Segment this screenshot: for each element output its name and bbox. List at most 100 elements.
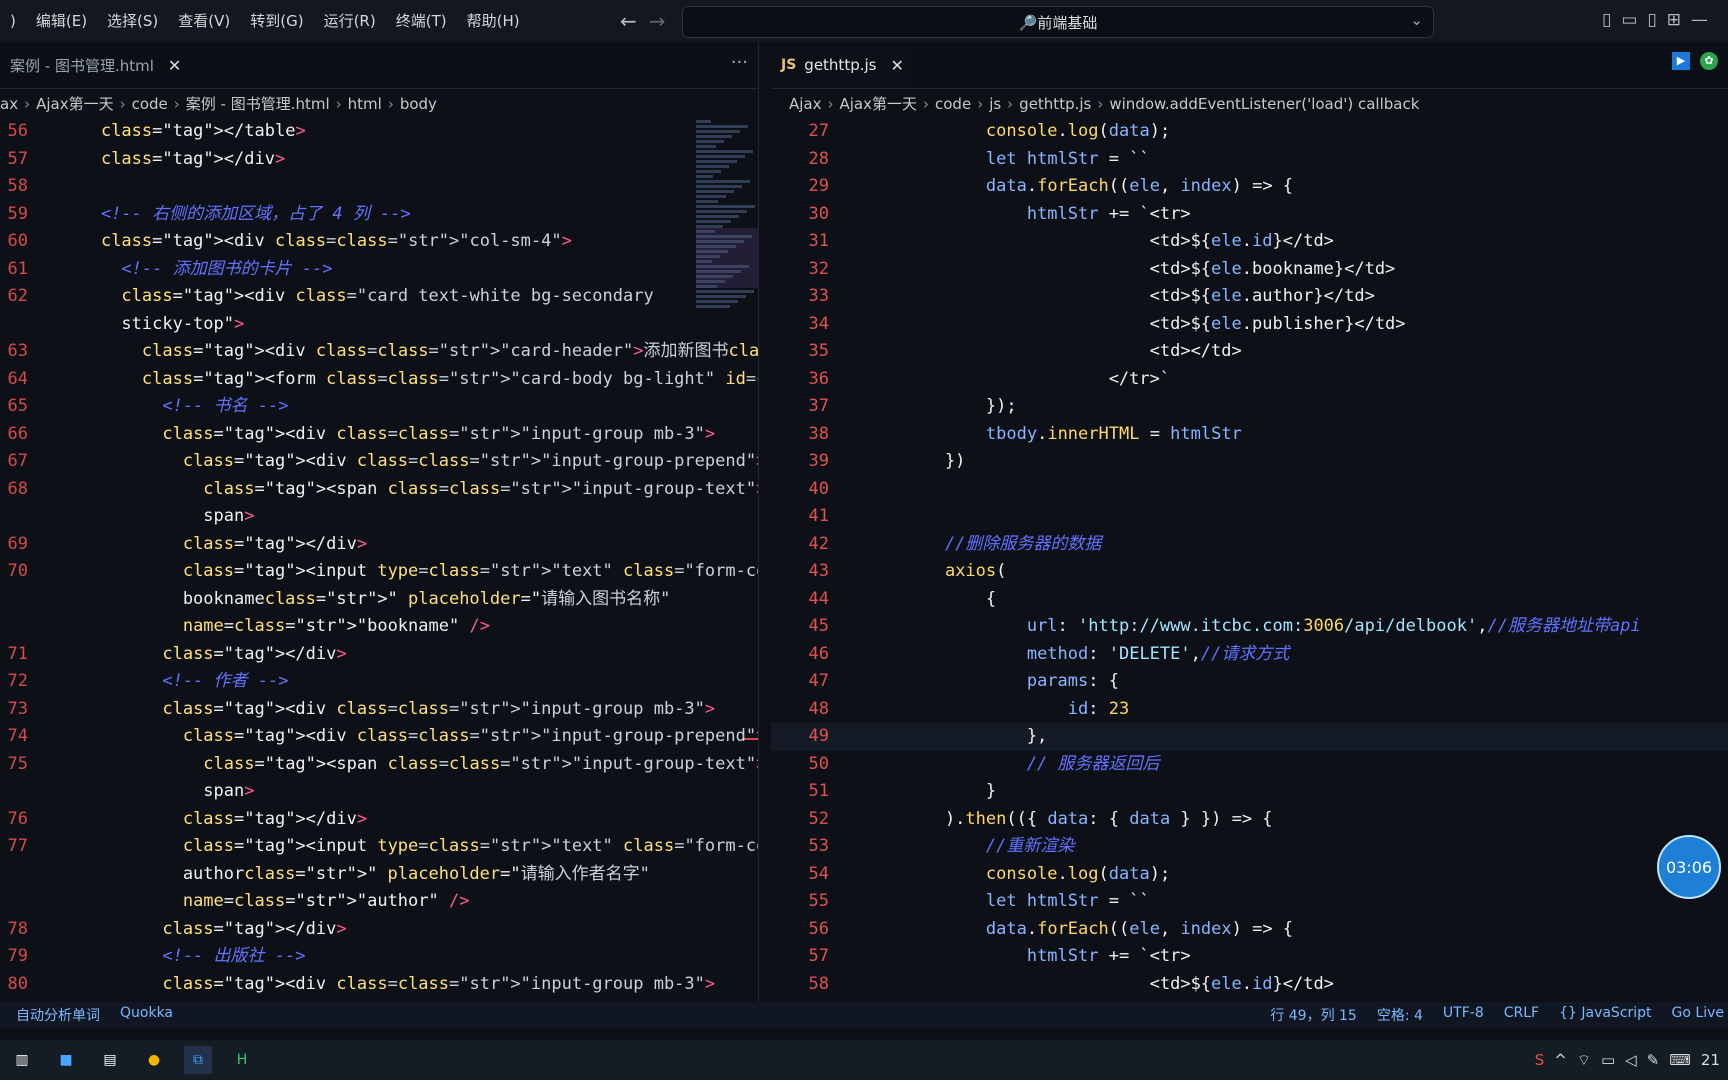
code-line[interactable]: 41 [771,503,1728,531]
status-item[interactable]: 行 49，列 15 [1270,1005,1357,1025]
code-line[interactable]: 37 }); [771,393,1728,421]
code-line[interactable]: 55 let htmlStr = `` [771,888,1728,916]
code-line[interactable]: 53 //重新渲染 [771,833,1728,861]
code-line[interactable]: 59 <!-- 右侧的添加区域，占了 4 列 --> [0,201,758,229]
code-line[interactable]: 73 class="tag"><div class=class="str">"i… [0,696,758,724]
code-line[interactable]: 70 class="tag"><input type=class="str">"… [0,558,758,586]
code-line[interactable]: 47 params: { [771,668,1728,696]
pen-icon[interactable]: ✎ [1647,1051,1660,1069]
code-line[interactable]: 44 { [771,586,1728,614]
status-item[interactable]: Quokka [120,1005,173,1025]
code-line[interactable]: 51 } [771,778,1728,806]
chevron-down-icon[interactable]: ⌄ [1410,11,1423,29]
code-line[interactable]: 56 class="tag"></table> [0,118,758,146]
breadcrumb-item[interactable]: 案例 - 图书管理.html [186,95,330,113]
hbuilder-icon[interactable]: H [228,1046,256,1074]
minimize-icon[interactable]: — [1691,10,1708,30]
code-line[interactable]: booknameclass="str">" placeholder="请输入图书… [0,586,758,614]
code-line[interactable]: 78 class="tag"></div> [0,916,758,944]
breadcrumb-item[interactable]: window.addEventListener('load') callback [1109,95,1419,113]
tray-chevron-icon[interactable]: ^ [1554,1051,1567,1069]
toggle-secondary-sidebar-icon[interactable]: ▯ [1647,10,1656,30]
code-line[interactable]: 80 class="tag"><div class=class="str">"i… [0,971,758,999]
code-line[interactable]: 35 <td></td> [771,338,1728,366]
status-item[interactable]: {} JavaScript [1559,1005,1651,1025]
more-actions-icon[interactable]: ··· [731,52,748,73]
code-line[interactable]: 76 class="tag"></div> [0,806,758,834]
volume-icon[interactable]: ◁ [1625,1051,1637,1069]
code-line[interactable]: sticky-top"> [0,311,758,339]
code-line[interactable]: 27 console.log(data); [771,118,1728,146]
code-line[interactable]: 61 <!-- 添加图书的卡片 --> [0,256,758,284]
breadcrumb-item[interactable]: html [348,95,382,113]
chrome-icon[interactable]: ● [140,1046,168,1074]
code-line[interactable]: 52 ).then(({ data: { data } }) => { [771,806,1728,834]
code-line[interactable]: 49 }, [771,723,1728,751]
code-line[interactable]: 54 console.log(data); [771,861,1728,889]
clock[interactable]: 21 [1701,1051,1720,1069]
status-item[interactable]: 空格: 4 [1377,1005,1423,1025]
code-line[interactable]: 30 htmlStr += `<tr> [771,201,1728,229]
notepad-icon[interactable]: ▤ [96,1046,124,1074]
menu-item[interactable]: ) [0,0,26,42]
breadcrumb-item[interactable]: gethttp.js [1019,95,1091,113]
code-line[interactable]: 45 url: 'http://www.itcbc.com:3006/api/d… [771,613,1728,641]
keyboard-icon[interactable]: ⌨ [1669,1051,1691,1069]
code-line[interactable]: 60 class="tag"><div class=class="str">"c… [0,228,758,256]
code-line[interactable]: 39 }) [771,448,1728,476]
windows-start-icon[interactable]: ■ [52,1046,80,1074]
code-line[interactable]: 63 class="tag"><div class=class="str">"c… [0,338,758,366]
status-item[interactable]: Go Live [1672,1005,1724,1025]
tab-gethttp[interactable]: JS gethttp.js ✕ [771,42,914,88]
code-line[interactable]: name=class="str">"author" /> [0,888,758,916]
code-line[interactable]: 74 class="tag"><div class=class="str">"i… [0,723,758,751]
breadcrumb-item[interactable]: js [989,95,1001,113]
menu-item[interactable]: 帮助(H) [457,0,530,42]
code-line[interactable]: 67 class="tag"><div class=class="str">"i… [0,448,758,476]
breadcrumb-item[interactable]: code [935,95,971,113]
command-center[interactable]: 🔎前端基础 ⌄ [682,6,1434,38]
menu-item[interactable]: 编辑(E) [26,0,97,42]
code-line[interactable]: 79 <!-- 出版社 --> [0,943,758,971]
task-view-icon[interactable]: ▥ [8,1046,36,1074]
code-line[interactable]: 56 data.forEach((ele, index) => { [771,916,1728,944]
code-line[interactable]: name=class="str">"bookname" /> [0,613,758,641]
code-line[interactable]: 31 <td>${ele.id}</td> [771,228,1728,256]
menu-item[interactable]: 终端(T) [386,0,457,42]
code-line[interactable]: 64 class="tag"><form class=class="str">"… [0,366,758,394]
code-line[interactable]: 58 [0,173,758,201]
run-icon[interactable]: ▶ [1672,52,1690,70]
code-line[interactable]: 68 class="tag"><span class=class="str">"… [0,476,758,504]
code-line[interactable]: span> [0,503,758,531]
editor-divider[interactable] [758,42,772,1002]
debug-icon[interactable]: ✿ [1700,52,1718,70]
code-line[interactable]: 28 let htmlStr = `` [771,146,1728,174]
code-line[interactable]: 36 </tr>` [771,366,1728,394]
timer-badge[interactable]: 03:06 [1657,835,1721,899]
code-line[interactable]: 32 <td>${ele.bookname}</td> [771,256,1728,284]
close-icon[interactable]: ✕ [168,56,181,75]
breadcrumb-item[interactable]: code [132,95,168,113]
code-line[interactable]: 77 class="tag"><input type=class="str">"… [0,833,758,861]
breadcrumb-item[interactable]: body [400,95,437,113]
code-line[interactable]: 71 class="tag"></div> [0,641,758,669]
code-line[interactable]: 62 class="tag"><div class="card text-whi… [0,283,758,311]
menu-item[interactable]: 转到(G) [240,0,313,42]
code-line[interactable]: authorclass="str">" placeholder="请输入作者名字… [0,861,758,889]
toggle-sidebar-icon[interactable]: ▯ [1602,10,1611,30]
status-item[interactable]: CRLF [1504,1005,1539,1025]
input-method-icon[interactable]: S [1535,1051,1545,1069]
menu-item[interactable]: 选择(S) [97,0,168,42]
menu-item[interactable]: 运行(R) [314,0,386,42]
code-line[interactable]: 58 <td>${ele.id}</td> [771,971,1728,999]
breadcrumb-item[interactable]: Ajax第一天 [36,95,114,113]
code-line[interactable]: 66 class="tag"><div class=class="str">"i… [0,421,758,449]
back-arrow-icon[interactable]: ← [620,9,637,33]
code-line[interactable]: 57 htmlStr += `<tr> [771,943,1728,971]
code-line[interactable]: 46 method: 'DELETE',//请求方式 [771,641,1728,669]
code-line[interactable]: 42 //删除服务器的数据 [771,531,1728,559]
code-area[interactable]: 27 console.log(data); 28 let htmlStr = ``… [771,118,1728,1002]
code-line[interactable]: 38 tbody.innerHTML = htmlStr [771,421,1728,449]
layout-icon[interactable]: ⊞ [1667,10,1681,30]
code-line[interactable]: 43 axios( [771,558,1728,586]
